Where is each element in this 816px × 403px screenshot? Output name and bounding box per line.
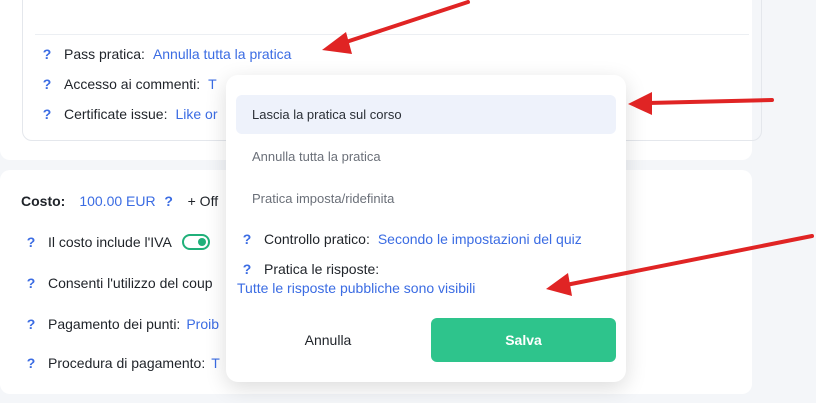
setting-row-pass-practice: ? Pass pratica: Annulla tutta la pratica	[40, 46, 292, 62]
cost-row: Costo: 100.00 EUR ? + Off	[21, 193, 218, 209]
setting-label: Accesso ai commenti:	[64, 76, 201, 92]
setting-value-link[interactable]: T	[211, 355, 220, 371]
practice-answers-row: ? Pratica le risposte:	[240, 261, 379, 277]
help-icon[interactable]: ?	[40, 76, 54, 92]
setting-label: Il costo include l'IVA	[48, 234, 172, 250]
divider	[35, 34, 749, 35]
setting-value-link[interactable]: T	[208, 76, 217, 92]
save-button[interactable]: Salva	[431, 318, 616, 362]
help-icon[interactable]: ?	[40, 106, 54, 122]
offer-link[interactable]: + Off	[188, 193, 218, 209]
setting-row-vat: ? Il costo include l'IVA	[24, 234, 210, 250]
vat-toggle[interactable]	[181, 234, 210, 250]
setting-value-link[interactable]: Proib	[186, 316, 219, 332]
control-practice-label: Controllo pratico:	[264, 231, 370, 247]
setting-label: Procedura di pagamento:	[48, 355, 206, 371]
help-icon[interactable]: ?	[162, 193, 176, 209]
setting-label: Consenti l'utilizzo del coup	[48, 275, 213, 291]
setting-row-comments-access: ? Accesso ai commenti: T	[40, 76, 217, 92]
help-icon[interactable]: ?	[24, 275, 38, 291]
help-icon[interactable]: ?	[240, 261, 254, 277]
toggle-knob	[197, 238, 206, 246]
option-cancel-all-practice[interactable]: Annulla tutta la pratica	[236, 137, 616, 176]
setting-row-coupon: ? Consenti l'utilizzo del coup	[24, 275, 213, 291]
help-icon[interactable]: ?	[40, 46, 54, 62]
option-practice-set-reset[interactable]: Pratica imposta/ridefinita	[236, 179, 616, 218]
help-icon[interactable]: ?	[240, 231, 254, 247]
setting-label: Pagamento dei punti:	[48, 316, 181, 332]
cancel-button[interactable]: Annulla	[240, 318, 416, 362]
practice-answers-label: Pratica le risposte:	[264, 261, 380, 277]
control-practice-row: ? Controllo pratico: Secondo le impostaz…	[240, 231, 582, 247]
setting-row-points-payment: ? Pagamento dei punti: Proib	[24, 316, 219, 332]
cost-label: Costo:	[21, 193, 66, 209]
setting-value-link[interactable]: Annulla tutta la pratica	[153, 46, 292, 62]
help-icon[interactable]: ?	[24, 234, 38, 250]
control-practice-value-link[interactable]: Secondo le impostazioni del quiz	[378, 231, 582, 247]
setting-label: Pass pratica:	[64, 46, 145, 62]
help-icon[interactable]: ?	[24, 316, 38, 332]
setting-row-payment-procedure: ? Procedura di pagamento: T	[24, 355, 220, 371]
setting-label: Certificate issue:	[64, 106, 168, 122]
option-leave-practice[interactable]: Lascia la pratica sul corso	[236, 95, 616, 134]
setting-value-link[interactable]: Like or	[175, 106, 217, 122]
help-icon[interactable]: ?	[24, 355, 38, 371]
cost-value-link[interactable]: 100.00 EUR	[79, 193, 155, 209]
practice-options-popover: Lascia la pratica sul corso Annulla tutt…	[226, 75, 626, 382]
setting-row-certificate-issue: ? Certificate issue: Like or	[40, 106, 218, 122]
practice-answers-value-link[interactable]: Tutte le risposte pubbliche sono visibil…	[237, 280, 475, 296]
practice-answers-value-row: Tutte le risposte pubbliche sono visibil…	[237, 280, 475, 296]
